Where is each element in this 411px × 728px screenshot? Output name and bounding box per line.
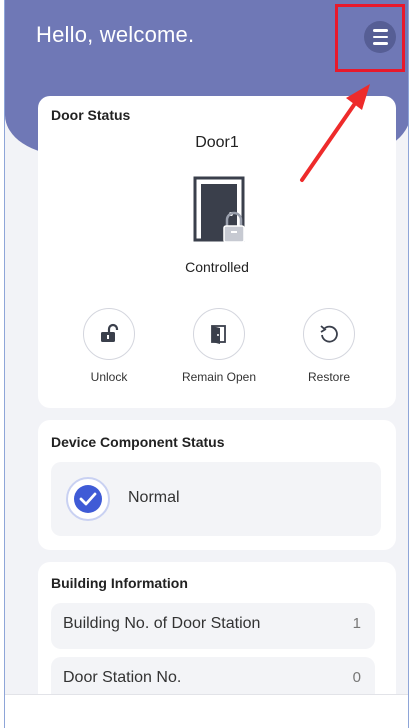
annotation-arrow: [300, 84, 370, 182]
